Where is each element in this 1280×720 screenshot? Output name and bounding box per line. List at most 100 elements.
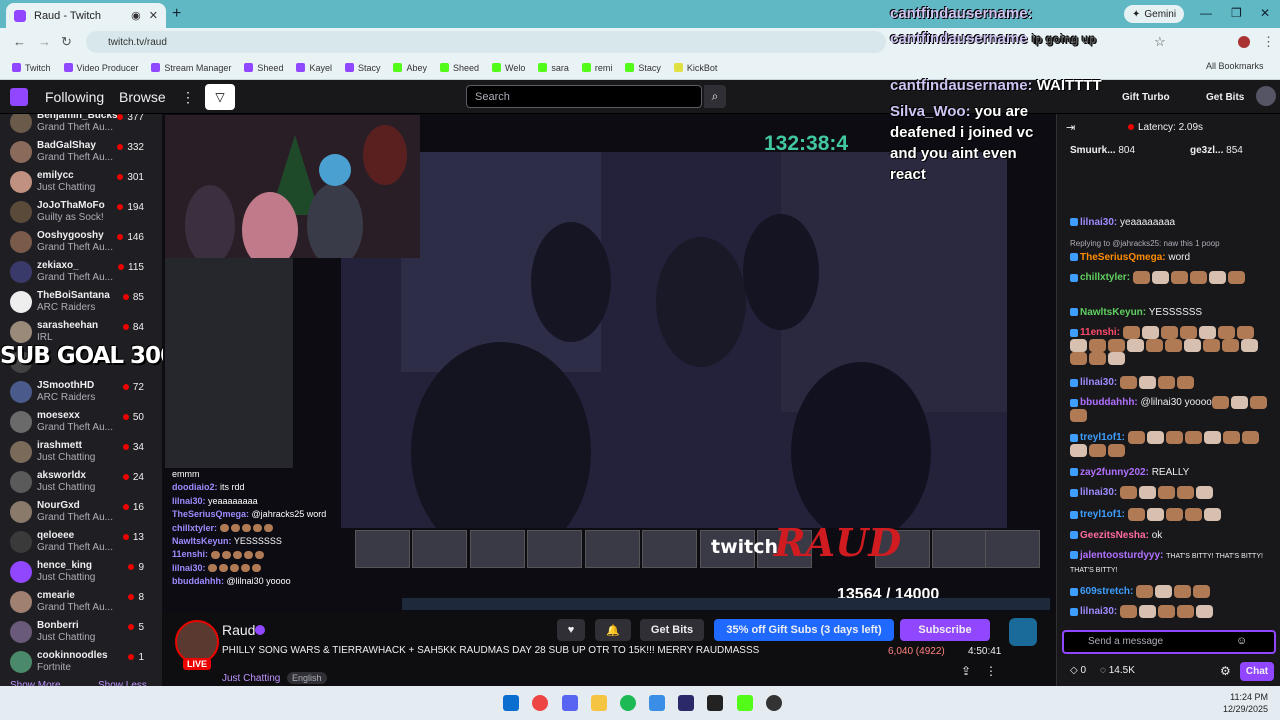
- chat-username[interactable]: 11enshi:: [1080, 327, 1120, 338]
- get-bits-button[interactable]: Get Bits: [640, 619, 704, 641]
- notifications-bell-icon[interactable]: 🔔: [595, 619, 631, 641]
- gift-turbo-button[interactable]: Gift Turbo: [1122, 92, 1170, 103]
- follow-heart-icon[interactable]: ♥: [557, 619, 585, 641]
- kick-icon[interactable]: [737, 695, 753, 711]
- chat-username[interactable]: lilnai30:: [1080, 487, 1117, 498]
- chrome-icon[interactable]: [532, 695, 548, 711]
- sidebar-channel[interactable]: emilycc Just Chatting 301: [0, 168, 162, 198]
- browser-menu-icon[interactable]: ⋮: [1262, 34, 1275, 50]
- back-icon[interactable]: ←: [13, 34, 26, 49]
- bookmark-item[interactable]: Stacy: [344, 63, 380, 73]
- sidebar-channel[interactable]: TheBoiSantana ARC Raiders 85: [0, 288, 162, 318]
- minimize-icon[interactable]: —: [1200, 6, 1212, 20]
- mute-tab-icon[interactable]: ◉: [131, 9, 141, 22]
- search-icon[interactable]: ⌕: [704, 85, 726, 108]
- sidebar-channel[interactable]: hence_king Just Chatting 9: [0, 558, 162, 588]
- gemini-button[interactable]: ✦ Gemini: [1124, 5, 1185, 23]
- chat-username[interactable]: lilnai30:: [1080, 606, 1117, 617]
- get-bits-top-button[interactable]: Get Bits: [1206, 92, 1244, 103]
- extension-icon[interactable]: ▽: [205, 84, 235, 110]
- sidebar-channel[interactable]: Bonberri Just Chatting 5: [0, 618, 162, 648]
- close-window-icon[interactable]: ✕: [1260, 6, 1270, 20]
- premiere-icon[interactable]: [678, 695, 694, 711]
- bookmark-item[interactable]: Video Producer: [63, 63, 138, 73]
- search-input[interactable]: Search: [466, 85, 702, 108]
- nav-following[interactable]: Following: [45, 89, 104, 105]
- reload-icon[interactable]: ↻: [61, 34, 72, 50]
- more-options-icon[interactable]: ⋮: [985, 664, 997, 678]
- sidebar-channel[interactable]: BadGalShay Grand Theft Au... 332: [0, 138, 162, 168]
- sidebar-channel[interactable]: JSmoothHD ARC Raiders 72: [0, 378, 162, 408]
- bookmark-item[interactable]: Twitch: [12, 63, 51, 73]
- chat-username[interactable]: zay2funny202:: [1080, 467, 1149, 478]
- chat-username[interactable]: 609stretch:: [1080, 586, 1133, 597]
- profile-avatar[interactable]: [1238, 36, 1250, 48]
- sidebar-channel[interactable]: Ooshygooshy Grand Theft Au... 146: [0, 228, 162, 258]
- chat-username[interactable]: GeezitsNesha:: [1080, 530, 1149, 541]
- chat-username[interactable]: lilnai30:: [1080, 217, 1117, 228]
- chat-username[interactable]: lilnai30:: [1080, 377, 1117, 388]
- bookmark-item[interactable]: Sheed: [440, 63, 479, 73]
- bookmark-item[interactable]: Sheed: [244, 63, 283, 73]
- bits-balance[interactable]: ◌ 14.5K: [1100, 665, 1135, 676]
- obs-icon[interactable]: [707, 695, 723, 711]
- spotify-icon[interactable]: [620, 695, 636, 711]
- steam-icon[interactable]: [766, 695, 782, 711]
- new-tab-icon[interactable]: +: [172, 5, 181, 23]
- chat-username[interactable]: treyl1of1:: [1080, 509, 1125, 520]
- twitch-logo-icon[interactable]: [10, 88, 28, 106]
- chat-username[interactable]: TheSeriusQmega:: [1080, 252, 1166, 263]
- bookmark-item[interactable]: Stacy: [625, 63, 661, 73]
- bookmark-item[interactable]: KickBot: [673, 63, 717, 73]
- language-tag[interactable]: English: [287, 672, 327, 684]
- extension-badge-icon[interactable]: [1009, 618, 1037, 646]
- bookmark-item[interactable]: Kayel: [296, 63, 332, 73]
- bookmark-item[interactable]: Welo: [492, 63, 525, 73]
- share-icon[interactable]: ⇪: [961, 664, 971, 678]
- emote-picker-icon[interactable]: ☺: [1236, 635, 1247, 647]
- bookmark-star-icon[interactable]: ☆: [1154, 34, 1166, 50]
- gift-subs-button[interactable]: 35% off Gift Subs (3 days left): [714, 619, 894, 641]
- all-bookmarks[interactable]: All Bookmarks: [1206, 61, 1264, 71]
- url-field[interactable]: twitch.tv/raud: [86, 31, 886, 53]
- chat-username[interactable]: jalentoosturdyyy:: [1080, 550, 1163, 561]
- close-tab-icon[interactable]: ✕: [149, 9, 158, 22]
- file-explorer-icon[interactable]: [591, 695, 607, 711]
- chat-badge-icon: [1070, 378, 1078, 387]
- sidebar-channel[interactable]: cookinnoodles Fortnite 1: [0, 648, 162, 678]
- sidebar-channel[interactable]: qeloeee Grand Theft Au... 13: [0, 528, 162, 558]
- sidebar-channel[interactable]: cmearie Grand Theft Au... 8: [0, 588, 162, 618]
- chat-username[interactable]: treyl1of1:: [1080, 432, 1125, 443]
- chat-username[interactable]: chillxtyler:: [1080, 272, 1130, 283]
- forward-icon[interactable]: →: [38, 34, 51, 49]
- raud-logo: RAUD: [774, 520, 902, 565]
- subscribe-button[interactable]: Subscribe: [900, 619, 990, 641]
- chat-username[interactable]: NawltsKeyun:: [1080, 307, 1146, 318]
- sidebar-channel[interactable]: irashmett Just Chatting 34: [0, 438, 162, 468]
- sidebar-channel[interactable]: moesexx Grand Theft Au... 50: [0, 408, 162, 438]
- bookmark-item[interactable]: sara: [538, 63, 569, 73]
- browser-tab-raud[interactable]: Raud - Twitch ◉ ✕: [6, 3, 166, 28]
- bookmark-item[interactable]: remi: [581, 63, 612, 73]
- start-icon[interactable]: [503, 695, 519, 711]
- bookmark-item[interactable]: Abey: [393, 63, 427, 73]
- channel-points[interactable]: ◇ 0: [1070, 665, 1086, 676]
- chat-settings-icon[interactable]: ⚙: [1220, 664, 1231, 678]
- bookmark-item[interactable]: Stream Manager: [151, 63, 231, 73]
- sidebar-channel[interactable]: NourGxd Grand Theft Au... 16: [0, 498, 162, 528]
- more-menu-icon[interactable]: ⋮: [181, 89, 195, 106]
- category-link[interactable]: Just Chatting: [222, 673, 280, 684]
- nav-browse[interactable]: Browse: [119, 89, 166, 105]
- user-avatar[interactable]: [1256, 86, 1276, 106]
- sidebar-channel[interactable]: aksworldx Just Chatting 24: [0, 468, 162, 498]
- maximize-icon[interactable]: ❐: [1231, 6, 1242, 20]
- chat-username[interactable]: bbuddahhh:: [1080, 397, 1138, 408]
- chat-send-button[interactable]: Chat: [1240, 662, 1274, 681]
- collapse-chat-icon[interactable]: ⇥: [1066, 121, 1075, 134]
- sidebar-channel[interactable]: JoJoThaMoFo Guilty as Sock! 194: [0, 198, 162, 228]
- channel-name[interactable]: Raud: [222, 622, 255, 638]
- app-icon[interactable]: [649, 695, 665, 711]
- sidebar-channel[interactable]: zekiaxo_ Grand Theft Au... 115: [0, 258, 162, 288]
- discord-icon[interactable]: [562, 695, 578, 711]
- sidebar-channel[interactable]: Benjamin_Bucks Grand Theft Au... 377: [0, 114, 162, 138]
